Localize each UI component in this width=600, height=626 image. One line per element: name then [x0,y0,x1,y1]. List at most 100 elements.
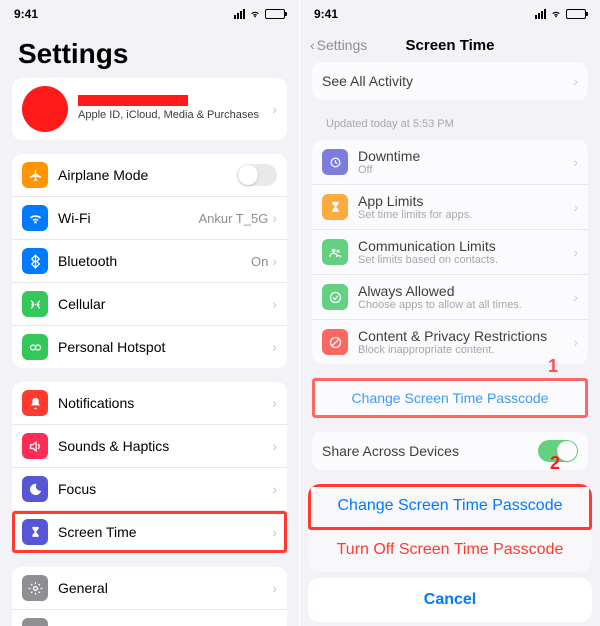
annotation-2: 2 [550,453,560,474]
chevron-right-icon: › [272,253,277,269]
chevron-right-icon: › [573,244,578,260]
hourglass-icon [22,519,48,545]
redacted-name [78,95,188,106]
battery-icon [265,9,285,19]
personal-hotspot-row[interactable]: Personal Hotspot › [12,325,287,368]
hotspot-icon [22,334,48,360]
share-across-devices-row[interactable]: Share Across Devices [312,432,588,470]
gear-icon [22,575,48,601]
chevron-right-icon: › [573,289,578,305]
sheet-turn-off-passcode[interactable]: Turn Off Screen Time Passcode [308,528,592,572]
airplane-mode-row[interactable]: Airplane Mode [12,154,287,196]
notifications-row[interactable]: Notifications › [12,382,287,424]
chevron-right-icon: › [272,395,277,411]
chevron-right-icon: › [272,580,277,596]
airplane-icon [22,162,48,188]
app-limits-row[interactable]: App LimitsSet time limits for apps. › [312,184,588,229]
row-label: Personal Hotspot [58,339,272,355]
control-center-row[interactable]: Control Center › [12,609,287,626]
row-label: Airplane Mode [58,167,237,183]
general-row[interactable]: General › [12,567,287,609]
row-label: Share Across Devices [322,443,538,459]
bluetooth-value: On [251,254,268,269]
chevron-right-icon: › [573,154,578,170]
back-label: Settings [317,37,368,53]
downtime-row[interactable]: DowntimeOff › [312,140,588,184]
speaker-icon [22,433,48,459]
see-all-activity-row[interactable]: See All Activity › [312,62,588,100]
block-icon [322,329,348,355]
row-label: General [58,580,272,596]
focus-row[interactable]: Focus › [12,467,287,510]
row-label: Wi-Fi [58,210,198,226]
sheet-cancel[interactable]: Cancel [308,578,592,622]
communication-limits-row[interactable]: Communication LimitsSet limits based on … [312,229,588,274]
status-icons [234,9,285,19]
status-bar: 9:41 [300,0,600,28]
status-time: 9:41 [14,7,38,21]
chevron-right-icon: › [272,210,277,226]
row-label: Screen Time [58,524,272,540]
sheet-change-passcode[interactable]: Change Screen Time Passcode [308,484,592,528]
row-label: Always AllowedChoose apps to allow at al… [358,283,573,311]
row-label: App LimitsSet time limits for apps. [358,193,573,221]
bluetooth-row[interactable]: Bluetooth On › [12,239,287,282]
sounds-row[interactable]: Sounds & Haptics › [12,424,287,467]
apple-id-row[interactable]: Apple ID, iCloud, Media & Purchases › [12,78,287,140]
status-bar: 9:41 [0,0,299,28]
page-title: Settings [0,28,299,78]
cellular-signal-icon [234,9,245,19]
content-restrictions-row[interactable]: Content & Privacy RestrictionsBlock inap… [312,319,588,364]
row-label: Cellular [58,296,272,312]
chevron-right-icon: › [272,481,277,497]
wifi-settings-icon [22,205,48,231]
wifi-icon [549,9,563,19]
nav-bar: ‹Settings Screen Time [300,28,600,62]
row-label: Content & Privacy RestrictionsBlock inap… [358,328,573,356]
back-button[interactable]: ‹Settings [310,37,367,53]
chevron-right-icon: › [272,339,277,355]
row-label: DowntimeOff [358,148,573,176]
cellular-icon [22,291,48,317]
people-icon [322,239,348,265]
row-label: Communication LimitsSet limits based on … [358,238,573,266]
chevron-right-icon: › [272,101,277,117]
wifi-icon [248,9,262,19]
chevron-right-icon: › [573,73,578,89]
annotation-1: 1 [548,356,558,377]
bluetooth-icon [22,248,48,274]
airplane-toggle[interactable] [237,164,277,186]
check-icon [322,284,348,310]
wifi-row[interactable]: Wi-Fi Ankur T_5G › [12,196,287,239]
change-passcode-row[interactable]: Change Screen Time Passcode [312,378,588,418]
updated-note: Updated today at 5:53 PM [312,114,588,140]
chevron-right-icon: › [272,296,277,312]
chevron-right-icon: › [573,199,578,215]
row-label: See All Activity [322,73,573,89]
settings-screen: 9:41 Settings Apple ID, iCloud, Media & … [0,0,300,626]
wifi-value: Ankur T_5G [198,211,268,226]
status-time: 9:41 [314,7,338,21]
chevron-right-icon: › [272,438,277,454]
chevron-right-icon: › [573,334,578,350]
row-label: Notifications [58,395,272,411]
apple-id-subtitle: Apple ID, iCloud, Media & Purchases [78,109,272,122]
row-label: Bluetooth [58,253,251,269]
action-sheet: Change Screen Time Passcode Turn Off Scr… [308,484,592,622]
switches-icon [22,618,48,626]
hourglass-icon [322,194,348,220]
bell-icon [22,390,48,416]
cellular-signal-icon [535,9,546,19]
moon-icon [22,476,48,502]
chevron-right-icon: › [272,524,277,540]
row-label: Sounds & Haptics [58,438,272,454]
chevron-left-icon: ‹ [310,37,315,53]
always-allowed-row[interactable]: Always AllowedChoose apps to allow at al… [312,274,588,319]
avatar [22,86,68,132]
screen-time-row[interactable]: Screen Time › [12,510,287,553]
status-icons [535,9,586,19]
screen-time-screen: 9:41 ‹Settings Screen Time See All Activ… [300,0,600,626]
row-label: Focus [58,481,272,497]
downtime-icon [322,149,348,175]
cellular-row[interactable]: Cellular › [12,282,287,325]
